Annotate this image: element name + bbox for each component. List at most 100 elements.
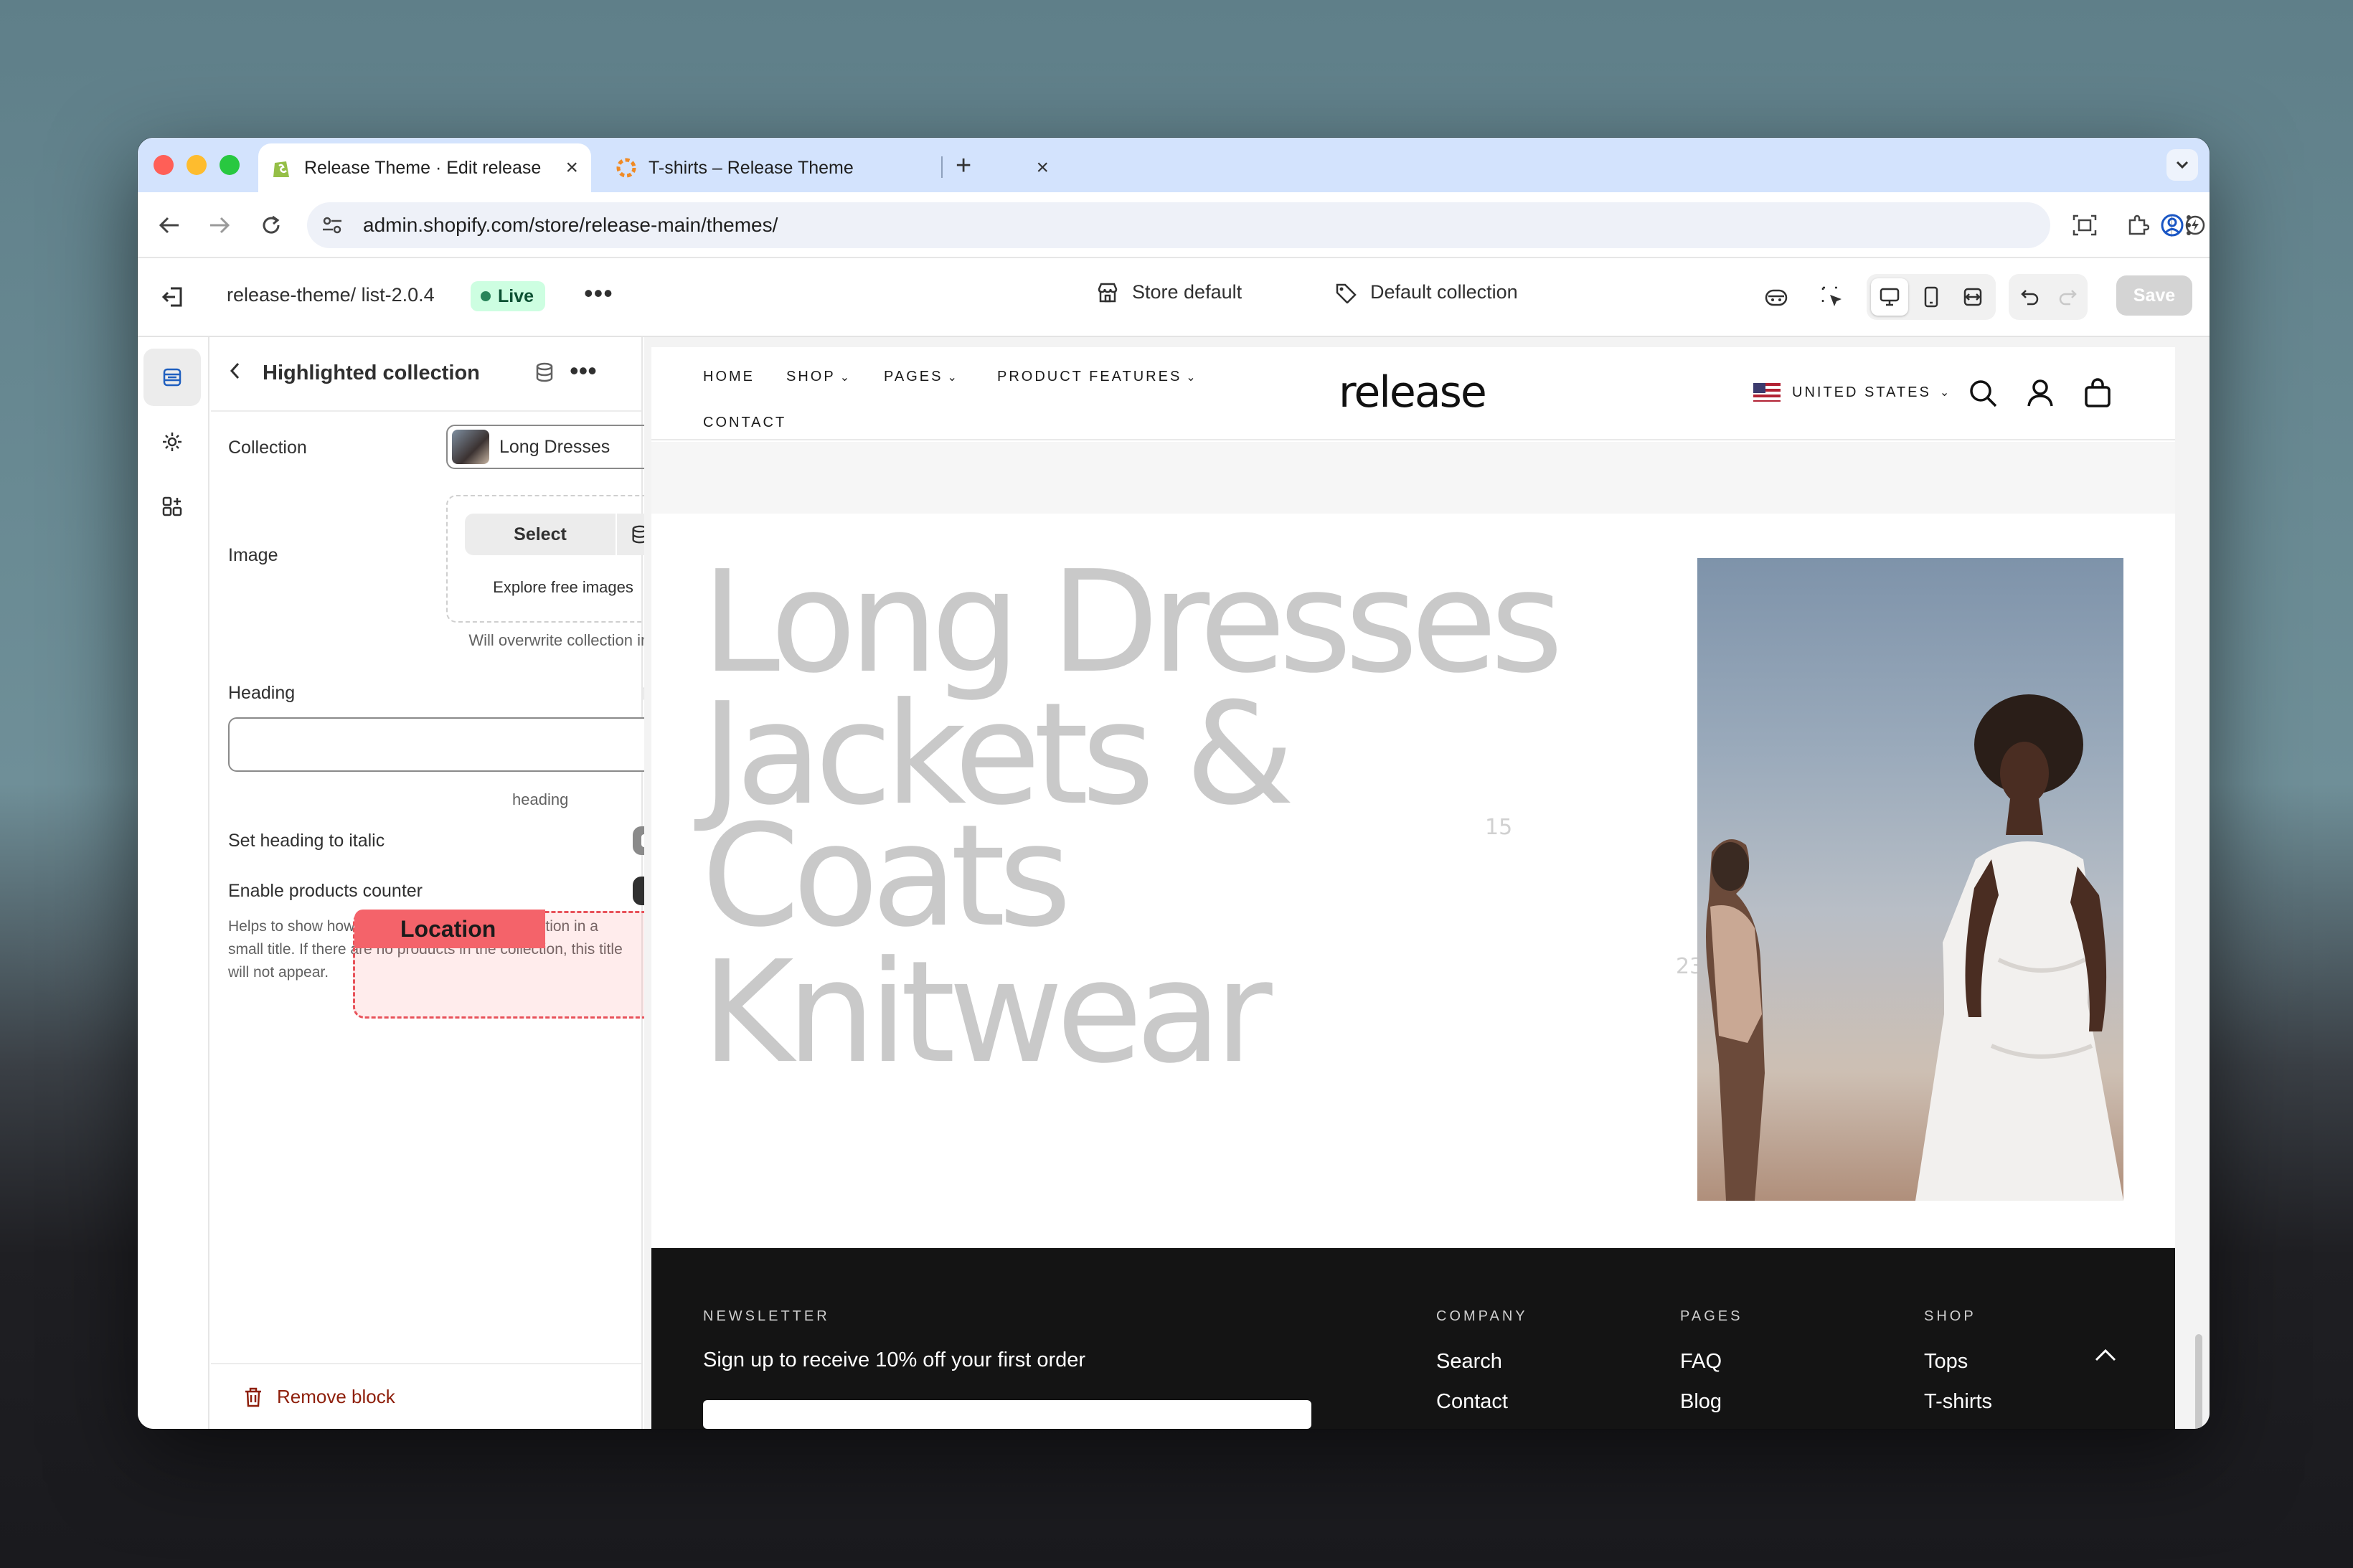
collection-title-long-dresses[interactable]: Long Dresses bbox=[702, 552, 1563, 693]
trash-icon bbox=[245, 1387, 261, 1407]
page-selector-label: Store default bbox=[1132, 281, 1242, 303]
location-annotation-label: Location bbox=[354, 910, 545, 948]
live-status-text: Live bbox=[498, 285, 534, 306]
select-image-button[interactable]: Select bbox=[465, 514, 616, 555]
tab-t-shirts[interactable]: T-shirts – Release Theme × bbox=[603, 143, 1062, 192]
page-selector[interactable]: Store default bbox=[1096, 281, 1242, 303]
url-text: admin.shopify.com/store/release-main/the… bbox=[363, 214, 778, 236]
chevron-down-icon: ⌄ bbox=[839, 372, 852, 384]
close-tab-icon[interactable]: × bbox=[565, 156, 578, 180]
back-to-top-chevron-icon[interactable] bbox=[2093, 1341, 2118, 1369]
close-tab-icon[interactable]: × bbox=[1036, 156, 1049, 180]
collection-selector[interactable]: Default collection bbox=[1334, 281, 1518, 303]
tab-title: T-shirts – Release Theme bbox=[649, 157, 854, 178]
undo-icon[interactable] bbox=[2012, 278, 2049, 316]
search-icon[interactable] bbox=[1967, 377, 2000, 410]
full-width-preview-icon[interactable] bbox=[1954, 278, 1991, 316]
extensions-icon[interactable] bbox=[2122, 209, 2154, 241]
collection-title-coats[interactable]: Coats bbox=[702, 806, 1072, 947]
inspector-icon[interactable] bbox=[1814, 278, 1851, 316]
panel-footer: Remove block bbox=[211, 1363, 641, 1429]
block-more-icon[interactable]: ••• bbox=[570, 356, 597, 386]
dynamic-source-icon[interactable] bbox=[534, 362, 555, 387]
newsletter-email-input[interactable] bbox=[703, 1400, 1311, 1429]
italic-label: Set heading to italic bbox=[228, 831, 385, 851]
tag-icon bbox=[1336, 283, 1357, 303]
heading-help-text: heading bbox=[512, 790, 569, 808]
footer-link-contact[interactable]: Contact bbox=[1436, 1390, 1508, 1414]
collection-thumbnail bbox=[452, 430, 489, 464]
screen-capture-icon[interactable] bbox=[2069, 209, 2100, 241]
ai-assistant-icon[interactable] bbox=[1758, 278, 1795, 316]
live-status-badge: Live bbox=[471, 281, 546, 311]
counter-label: Enable products counter bbox=[228, 881, 423, 901]
reload-icon[interactable] bbox=[255, 209, 287, 241]
storefront-preview: HOME SHOP ⌄ PAGES ⌄ PRODUCT FEATURES ⌄ CONT… bbox=[644, 337, 2210, 1429]
remove-block-button[interactable]: Remove block bbox=[244, 1386, 395, 1408]
theme-favicon-icon bbox=[616, 157, 637, 179]
minimize-window-button[interactable] bbox=[187, 155, 207, 175]
theme-settings-gear-icon[interactable] bbox=[143, 413, 201, 471]
forward-arrow-icon[interactable] bbox=[204, 209, 235, 241]
tab-title: Release Theme · Edit release bbox=[304, 157, 542, 178]
store-icon bbox=[1098, 283, 1118, 302]
nav-product-features[interactable]: PRODUCT FEATURES ⌄ bbox=[997, 369, 1198, 385]
panel-header: Highlighted collection ••• bbox=[211, 337, 641, 412]
omnibox[interactable]: admin.shopify.com/store/release-main/the… bbox=[307, 202, 2050, 248]
tab-search-chevron-icon[interactable] bbox=[2166, 149, 2198, 181]
site-settings-icon[interactable] bbox=[320, 213, 344, 237]
footer-link-search[interactable]: Search bbox=[1436, 1350, 1502, 1374]
redo-icon[interactable] bbox=[2049, 278, 2086, 316]
nav-home[interactable]: HOME bbox=[703, 369, 755, 385]
store-logo[interactable]: release bbox=[1339, 367, 1487, 417]
close-window-button[interactable] bbox=[154, 155, 174, 175]
country-label: UNITED STATES bbox=[1792, 384, 1931, 400]
footer-link-faq[interactable]: FAQ bbox=[1680, 1350, 1722, 1374]
browser-menu-icon[interactable] bbox=[2178, 208, 2199, 242]
back-arrow-icon[interactable] bbox=[154, 209, 185, 241]
exit-editor-icon[interactable] bbox=[159, 283, 188, 311]
tab-separator bbox=[941, 156, 943, 178]
newsletter-heading: NEWSLETTER bbox=[703, 1308, 830, 1324]
browser-window: Release Theme · Edit release × T-shirts … bbox=[138, 138, 2210, 1429]
desktop-preview-icon[interactable] bbox=[1871, 278, 1908, 316]
back-chevron-icon[interactable] bbox=[228, 360, 242, 387]
theme-editor-toolbar: release-theme/ list-2.0.4 Live ••• Store… bbox=[138, 258, 2210, 337]
country-selector[interactable]: UNITED STATES ⌄ bbox=[1753, 383, 1951, 402]
device-preview-group bbox=[1867, 274, 1996, 320]
nav-contact[interactable]: CONTACT bbox=[703, 415, 786, 431]
preview-scrollbar[interactable] bbox=[2195, 1334, 2202, 1429]
address-bar-row: admin.shopify.com/store/release-main/the… bbox=[138, 192, 2210, 258]
heading-input[interactable] bbox=[228, 717, 680, 772]
store-header: HOME SHOP ⌄ PAGES ⌄ PRODUCT FEATURES ⌄ CONT… bbox=[651, 347, 2175, 440]
cart-bag-icon[interactable] bbox=[2082, 377, 2115, 410]
account-icon[interactable] bbox=[2024, 377, 2057, 410]
app-embeds-icon[interactable] bbox=[143, 478, 201, 535]
store-footer: NEWSLETTER Sign up to receive 10% off yo… bbox=[651, 1248, 2175, 1429]
chevron-down-icon: ⌄ bbox=[1186, 372, 1198, 384]
footer-link-blog[interactable]: Blog bbox=[1680, 1390, 1722, 1414]
shopify-icon bbox=[271, 157, 293, 179]
theme-actions-more-icon[interactable]: ••• bbox=[584, 278, 613, 308]
sections-icon[interactable] bbox=[143, 349, 201, 406]
new-tab-icon[interactable]: + bbox=[956, 151, 971, 181]
footer-link-tops[interactable]: Tops bbox=[1924, 1350, 1968, 1374]
footer-heading-pages: PAGES bbox=[1680, 1308, 1743, 1324]
tab-strip: Release Theme · Edit release × T-shirts … bbox=[138, 138, 2210, 192]
collection-image bbox=[1697, 558, 2123, 1201]
maximize-window-button[interactable] bbox=[220, 155, 240, 175]
mobile-preview-icon[interactable] bbox=[1913, 278, 1950, 316]
announcement-band bbox=[651, 442, 2175, 514]
live-dot-icon bbox=[481, 291, 491, 301]
footer-heading-shop: SHOP bbox=[1924, 1308, 1976, 1324]
panel-title: Highlighted collection bbox=[263, 362, 480, 384]
collection-title-knitwear[interactable]: Knitwear bbox=[702, 943, 1273, 1083]
footer-link-t-shirts[interactable]: T-shirts bbox=[1924, 1390, 1992, 1414]
image-label: Image bbox=[228, 545, 278, 565]
tab-release-theme[interactable]: Release Theme · Edit release × bbox=[258, 143, 591, 192]
save-button[interactable]: Save bbox=[2116, 275, 2192, 316]
nav-shop[interactable]: SHOP ⌄ bbox=[786, 369, 852, 385]
editor-left-rail bbox=[138, 337, 209, 1429]
nav-pages[interactable]: PAGES ⌄ bbox=[884, 369, 959, 385]
chevron-down-icon: ⌄ bbox=[1939, 387, 1952, 399]
